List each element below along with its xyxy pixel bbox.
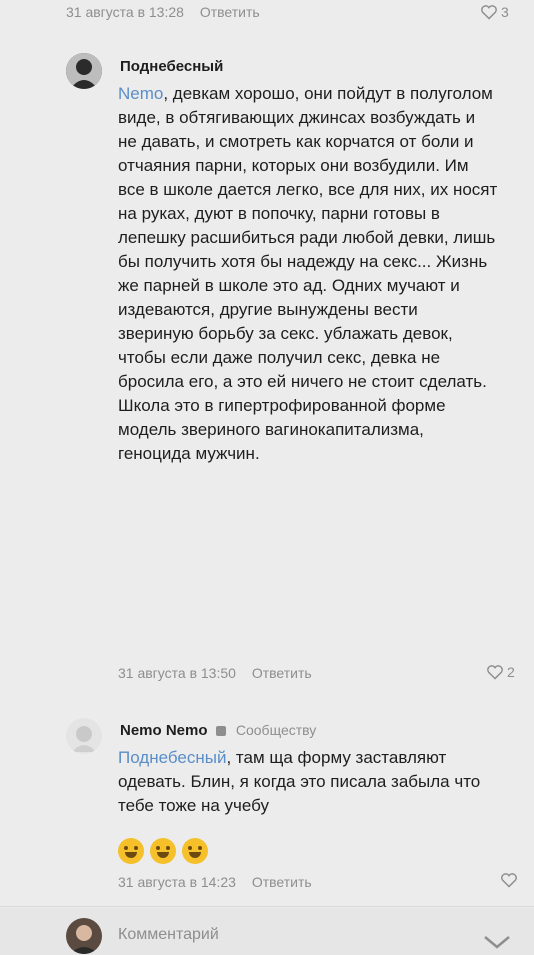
like-button[interactable]: 3 xyxy=(480,4,509,20)
user-photo-icon xyxy=(66,53,102,89)
comment-author-name[interactable]: Nemo Nemo xyxy=(120,722,208,739)
community-badge-label: Сообществу xyxy=(235,722,317,738)
like-count: 2 xyxy=(507,664,515,680)
sweat-smile-emoji-icon xyxy=(182,838,208,864)
like-count: 3 xyxy=(501,4,509,20)
avatar[interactable] xyxy=(66,53,102,89)
heart-icon xyxy=(487,665,503,680)
mention-link[interactable]: Поднебесный xyxy=(118,748,226,767)
user-photo-icon xyxy=(66,918,102,954)
comment-text: Поднебесный, там ща форму заставляют оде… xyxy=(118,746,518,818)
comment-body: , девкам хорошо, они пойдут в полуголом … xyxy=(118,84,498,463)
heart-icon xyxy=(481,5,497,20)
avatar xyxy=(66,918,102,954)
comment-author: Nemo Nemo Сообществу xyxy=(120,722,316,739)
avatar[interactable] xyxy=(66,718,102,754)
comment-date: 31 августа в 13:50 xyxy=(118,665,236,681)
comment-date: 31 августа в 13:28 xyxy=(66,4,184,20)
comment-text: Nemo, девкам хорошо, они пойдут в полуго… xyxy=(118,82,498,466)
reply-button[interactable]: Ответить xyxy=(200,4,260,20)
divider xyxy=(0,906,534,907)
like-button[interactable] xyxy=(500,872,518,888)
comment-author[interactable]: Поднебесный xyxy=(120,58,223,75)
heart-icon xyxy=(501,873,517,888)
chevron-down-icon[interactable] xyxy=(482,932,512,952)
comment-input[interactable]: Комментарий xyxy=(118,926,219,944)
comment-meta: 31 августа в 14:23 Ответить xyxy=(118,874,312,890)
comment-meta-top: 31 августа в 13:28 Ответить xyxy=(66,4,260,20)
emoji-row xyxy=(118,838,208,864)
comment-date: 31 августа в 14:23 xyxy=(118,874,236,890)
grin-emoji-icon xyxy=(150,838,176,864)
reply-button[interactable]: Ответить xyxy=(252,874,312,890)
comment-meta: 31 августа в 13:50 Ответить xyxy=(118,665,312,681)
mention-link[interactable]: Nemo xyxy=(118,84,163,103)
user-photo-icon xyxy=(66,718,102,754)
grin-emoji-icon xyxy=(118,838,144,864)
community-badge-icon xyxy=(215,726,226,737)
reply-button[interactable]: Ответить xyxy=(252,665,312,681)
like-button[interactable]: 2 xyxy=(486,664,515,680)
